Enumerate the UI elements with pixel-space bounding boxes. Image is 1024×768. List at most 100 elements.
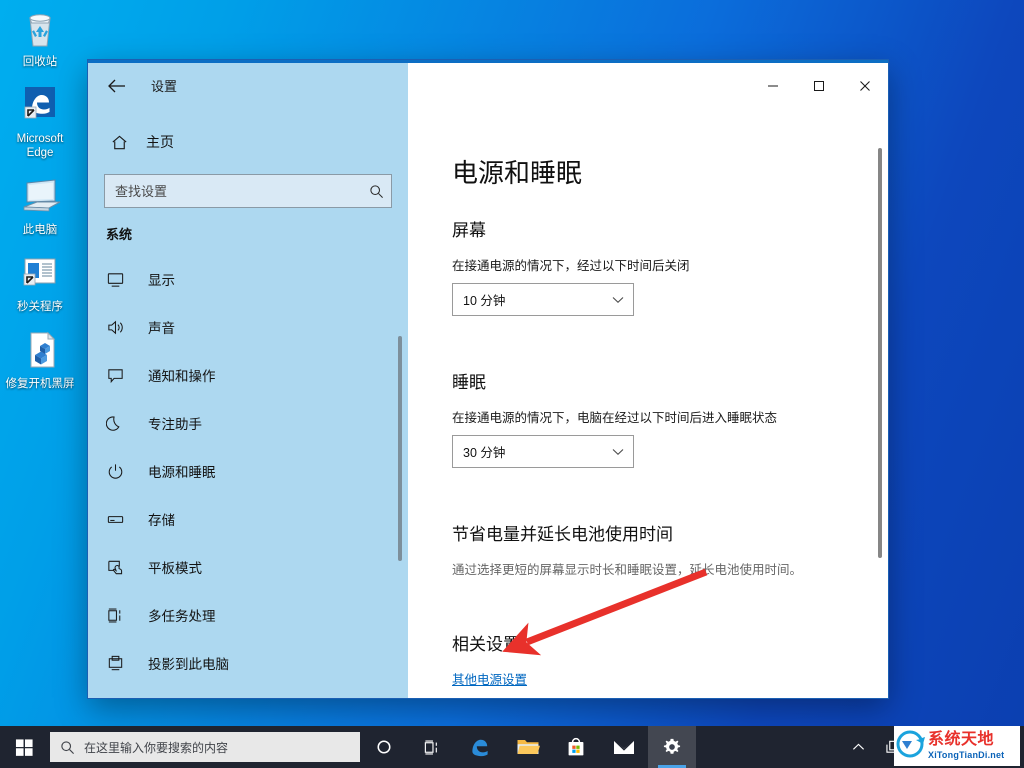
task-view-button[interactable] [408, 726, 456, 768]
sidebar-item-label: 通知和操作 [148, 369, 216, 384]
sidebar-item-label: 投影到此电脑 [148, 657, 229, 672]
screen-section-description: 在接通电源的情况下，经过以下时间后关闭 [452, 259, 690, 273]
related-settings-section: 相关设置 其他电源设置 [452, 630, 888, 689]
other-power-settings-link[interactable]: 其他电源设置 [452, 669, 527, 688]
taskbar-search-box[interactable]: 在这里输入你要搜索的内容 [50, 732, 360, 762]
sidebar-item-label: 声音 [148, 321, 175, 336]
task-view-icon [424, 739, 437, 755]
desktop-icon-microsoft-edge[interactable]: Microsoft Edge [0, 83, 80, 160]
battery-saving-section: 节省电量并延长电池使用时间 通过选择更短的屏幕显示时长和睡眠设置，延长电池使用时… [452, 520, 888, 578]
sidebar-item-tablet-mode[interactable]: 平板模式 [88, 543, 408, 591]
sidebar-item-focus-assist[interactable]: 专注助手 [88, 399, 408, 447]
back-button[interactable] [100, 71, 134, 101]
file-explorer-button[interactable] [504, 726, 552, 768]
close-button[interactable] [842, 63, 888, 108]
edge-icon [0, 83, 80, 129]
sidebar-item-label: 显示 [148, 273, 175, 288]
microsoft-store-button[interactable] [552, 726, 600, 768]
desktop-icon-recycle-bin[interactable]: 回收站 [0, 6, 80, 69]
content-scrollbar[interactable] [877, 108, 884, 698]
sidebar-item-sound[interactable]: 声音 [88, 303, 408, 351]
search-icon [50, 740, 84, 755]
maximize-button[interactable] [796, 63, 842, 108]
desktop: 回收站 Microsoft Edge 此电脑 秒关程序 修复开机黑屏 设置 主页… [0, 0, 1024, 768]
project-icon [106, 654, 134, 673]
page-title: 电源和睡眠 [452, 158, 583, 188]
sidebar-item-display[interactable]: 显示 [88, 255, 408, 303]
storage-icon [106, 510, 134, 529]
sidebar-item-home[interactable]: 主页 [104, 124, 408, 160]
sidebar-scrollbar-thumb[interactable] [398, 336, 402, 561]
screen-section-heading: 屏幕 [452, 221, 486, 240]
sound-icon [106, 318, 134, 337]
edge-icon [472, 739, 488, 757]
window-body: 主页 系统 [88, 108, 888, 698]
watermark-title: 系统天地 [928, 731, 995, 748]
sidebar-item-notifications[interactable]: 通知和操作 [88, 351, 408, 399]
desktop-icon-this-pc[interactable]: 此电脑 [0, 174, 80, 237]
start-button[interactable] [0, 726, 48, 768]
screen-timeout-value: 10 分钟 [463, 294, 506, 308]
sleep-timeout-dropdown[interactable]: 30 分钟 [452, 435, 634, 468]
display-icon [106, 270, 134, 289]
screen-timeout-dropdown[interactable]: 10 分钟 [452, 283, 634, 316]
search-icon[interactable] [361, 176, 391, 206]
chevron-down-icon [603, 296, 633, 304]
sidebar-scrollbar[interactable] [397, 108, 404, 698]
sleep-timeout-value: 30 分钟 [463, 446, 506, 460]
sidebar-home-label: 主页 [146, 134, 174, 150]
desktop-icon-app-shortcut[interactable]: 秒关程序 [0, 251, 80, 314]
desktop-icon-label: 修复开机黑屏 [5, 378, 75, 390]
settings-content: 电源和睡眠 屏幕 在接通电源的情况下，经过以下时间后关闭 10 分钟 睡眠 在接… [408, 108, 888, 689]
sidebar-item-storage[interactable]: 存储 [88, 495, 408, 543]
maximize-icon [814, 80, 824, 91]
window-titlebar: 设置 [88, 63, 888, 108]
sleep-section: 睡眠 在接通电源的情况下，电脑在经过以下时间后进入睡眠状态 30 分钟 [452, 368, 888, 468]
notifications-icon [106, 366, 134, 385]
sidebar-item-power-and-sleep[interactable]: 电源和睡眠 [88, 447, 408, 495]
windows-start-icon [15, 738, 33, 756]
back-arrow-icon [108, 79, 125, 92]
window-caption-buttons [750, 63, 888, 108]
folder-icon [517, 740, 540, 754]
settings-content-pane: 电源和睡眠 屏幕 在接通电源的情况下，经过以下时间后关闭 10 分钟 睡眠 在接… [408, 108, 888, 698]
battery-section-heading: 节省电量并延长电池使用时间 [452, 525, 673, 544]
mail-button[interactable] [600, 726, 648, 768]
taskbar-search-placeholder: 在这里输入你要搜索的内容 [84, 740, 229, 755]
watermark-logo-icon [894, 729, 926, 764]
settings-button[interactable] [648, 726, 696, 768]
edge-button[interactable] [456, 726, 504, 768]
sidebar-nav-list: 显示 声音 通知和操作 专注助手 电源和睡眠 存储 平板模式 多任务处理 投影到… [88, 255, 408, 687]
sidebar-item-projecting-to-this-pc[interactable]: 投影到此电脑 [88, 639, 408, 687]
sleep-section-description: 在接通电源的情况下，电脑在经过以下时间后进入睡眠状态 [452, 411, 778, 425]
store-bag-icon [568, 737, 584, 756]
home-icon [104, 133, 134, 152]
chevron-up-icon [852, 743, 864, 750]
cortana-circle-icon [377, 740, 391, 754]
show-hidden-icons-button[interactable] [840, 726, 876, 768]
tablet-mode-icon [106, 558, 134, 577]
sleep-section-heading: 睡眠 [452, 373, 486, 392]
settings-sidebar: 主页 系统 [88, 108, 408, 698]
desktop-icon-script-file[interactable]: 修复开机黑屏 [0, 328, 80, 391]
content-scrollbar-thumb[interactable] [878, 148, 882, 558]
watermark-subtitle: XiTongTianDi.net [928, 750, 1005, 760]
sidebar-item-label: 专注助手 [148, 417, 202, 432]
site-watermark: 系统天地 XiTongTianDi.net [894, 726, 1020, 766]
minimize-button[interactable] [750, 63, 796, 108]
gear-icon [663, 738, 681, 754]
settings-search-box[interactable] [104, 174, 392, 208]
desktop-icon-list: 回收站 Microsoft Edge 此电脑 秒关程序 修复开机黑屏 [0, 6, 80, 405]
this-pc-icon [0, 174, 80, 220]
settings-window: 设置 主页 查找设置 系统 显示 声音 通知和操作 专注助手 电源和睡眠 存储 … [88, 60, 888, 698]
sidebar-group-title: 系统 [106, 227, 133, 242]
app-shortcut-icon [0, 251, 80, 297]
search-input[interactable] [105, 183, 361, 199]
multitasking-icon [106, 606, 134, 625]
chevron-down-icon [603, 448, 633, 456]
sidebar-item-multitasking[interactable]: 多任务处理 [88, 591, 408, 639]
cortana-button[interactable] [360, 726, 408, 768]
